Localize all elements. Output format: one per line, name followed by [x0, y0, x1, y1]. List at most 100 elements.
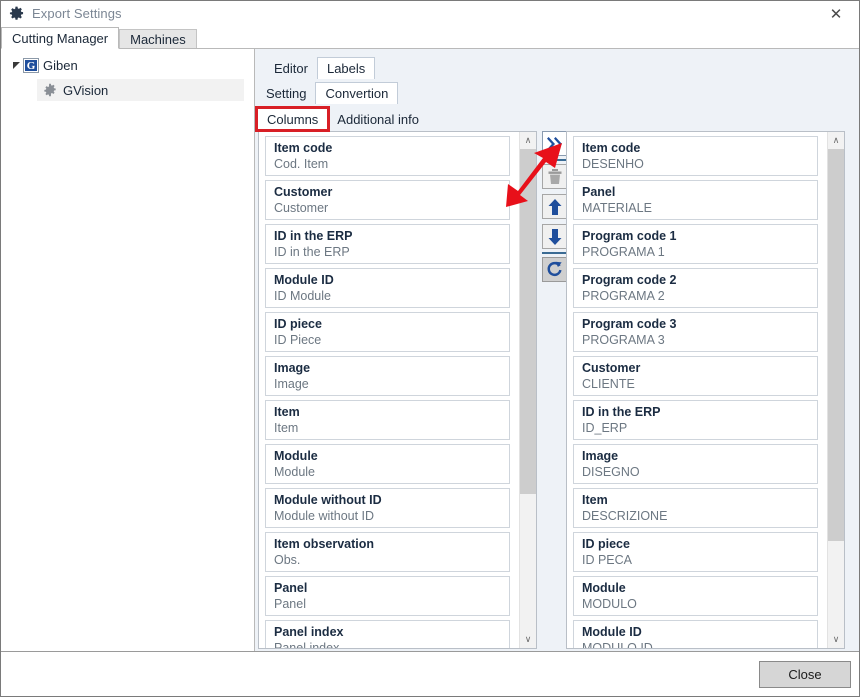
list-item-subtitle: Item	[274, 421, 299, 435]
tree-node-gvision-label: GVision	[63, 82, 109, 98]
list-item[interactable]: Module ID ID Module	[265, 268, 510, 308]
left-list-scrollbar[interactable]: ∧ ∨	[519, 132, 536, 648]
list-item-subtitle: MATERIALE	[582, 201, 652, 215]
list-item-subtitle: ID PECA	[582, 553, 633, 567]
list-item-title: Image	[274, 361, 311, 375]
tab-additional-info[interactable]: Additional info	[328, 109, 428, 130]
trash-icon	[548, 168, 561, 184]
right-list-scrollbar[interactable]: ∧ ∨	[827, 132, 844, 648]
list-item-subtitle: DESCRIZIONE	[582, 509, 668, 523]
list-item-title: Module	[582, 581, 626, 595]
tab-columns[interactable]: Columns	[254, 106, 331, 132]
delete-button[interactable]	[542, 164, 567, 189]
list-item-subtitle: ID Piece	[274, 333, 322, 347]
export-settings-window: Export Settings ✕ Cutting Manager Machin…	[0, 0, 860, 697]
close-icon[interactable]: ✕	[813, 1, 859, 26]
move-right-button[interactable]	[542, 131, 567, 156]
list-item-subtitle: Obs.	[274, 553, 301, 567]
list-item-subtitle: CLIENTE	[582, 377, 635, 391]
list-item[interactable]: Customer Customer	[265, 180, 510, 220]
list-item[interactable]: ID in the ERP ID in the ERP	[265, 224, 510, 264]
list-item-subtitle: MODULO ID	[582, 641, 653, 648]
list-item-subtitle: Customer	[274, 201, 329, 215]
tab-cutting-manager[interactable]: Cutting Manager	[1, 27, 120, 49]
list-item[interactable]: ID piece ID PECA	[573, 532, 818, 572]
list-item-subtitle: Module without ID	[274, 509, 375, 523]
tree-node-giben-label: Giben	[43, 57, 78, 73]
move-down-button[interactable]	[542, 224, 567, 249]
transfer-buttons	[540, 131, 567, 649]
list-item-title: Customer	[274, 185, 333, 199]
list-item[interactable]: Module Module	[265, 444, 510, 484]
list-item[interactable]: Image Image	[265, 356, 510, 396]
list-item[interactable]: Item code DESENHO	[573, 136, 818, 176]
window-title: Export Settings	[32, 6, 122, 21]
arrow-up-icon	[548, 198, 561, 215]
tab-convertion[interactable]: Convertion	[315, 82, 399, 104]
tab-bar-editor-labels: Editor Labels	[265, 57, 376, 79]
machine-tree-pane: Giben GVision	[1, 49, 254, 651]
list-item-subtitle: PROGRAMA 1	[582, 245, 665, 259]
tab-setting[interactable]: Setting	[257, 83, 315, 104]
list-item-subtitle: Panel	[274, 597, 306, 611]
list-item[interactable]: Item DESCRIZIONE	[573, 488, 818, 528]
selected-columns-list: Item code DESENHO Panel MATERIALE Program co…	[566, 131, 845, 649]
list-item-title: Panel index	[274, 625, 344, 639]
double-chevron-right-icon	[547, 136, 562, 151]
list-item[interactable]: Module ID MODULO ID	[573, 620, 818, 648]
list-item-subtitle: ID_ERP	[582, 421, 628, 435]
list-item-subtitle: PROGRAMA 2	[582, 289, 665, 303]
list-item-subtitle: Image	[274, 377, 309, 391]
scroll-thumb[interactable]	[520, 149, 536, 494]
scroll-down-icon[interactable]: ∨	[828, 631, 844, 648]
chevron-expand-icon[interactable]	[9, 61, 23, 70]
list-item-title: Item	[582, 493, 608, 507]
list-item[interactable]: Panel Panel	[265, 576, 510, 616]
list-item-subtitle: Panel index	[274, 641, 340, 648]
list-item-title: Panel	[274, 581, 308, 595]
scroll-up-icon[interactable]: ∧	[828, 132, 844, 149]
tab-machines[interactable]: Machines	[119, 29, 197, 49]
gear-icon	[44, 83, 56, 97]
list-item[interactable]: Image DISEGNO	[573, 444, 818, 484]
tab-labels[interactable]: Labels	[316, 57, 376, 79]
tree-node-gvision[interactable]: GVision	[37, 79, 244, 101]
refresh-icon	[547, 261, 562, 277]
scroll-down-icon[interactable]: ∨	[520, 631, 536, 648]
list-item-title: Customer	[582, 361, 641, 375]
list-item[interactable]: Module without ID Module without ID	[265, 488, 510, 528]
list-item[interactable]: ID in the ERP ID_ERP	[573, 400, 818, 440]
list-item-subtitle: MODULO	[582, 597, 637, 611]
footer-bar: Close	[1, 651, 859, 696]
tab-editor[interactable]: Editor	[265, 58, 317, 79]
tree-node-giben[interactable]: Giben	[1, 54, 254, 76]
button-separator	[542, 159, 567, 161]
scroll-thumb[interactable]	[828, 149, 844, 541]
list-item[interactable]: Module MODULO	[573, 576, 818, 616]
list-item-title: ID piece	[274, 317, 322, 331]
refresh-button[interactable]	[542, 257, 567, 282]
list-item[interactable]: Customer CLIENTE	[573, 356, 818, 396]
title-bar: Export Settings ✕	[1, 1, 859, 26]
list-item[interactable]: Panel MATERIALE	[573, 180, 818, 220]
list-item-subtitle: ID Module	[274, 289, 331, 303]
list-item[interactable]: ID piece ID Piece	[265, 312, 510, 352]
list-item[interactable]: Item Item	[265, 400, 510, 440]
list-item-title: Module	[274, 449, 318, 463]
move-up-button[interactable]	[542, 194, 567, 219]
scroll-up-icon[interactable]: ∧	[520, 132, 536, 149]
list-item-title: Program code 1	[582, 229, 677, 243]
list-item[interactable]: Program code 3 PROGRAMA 3	[573, 312, 818, 352]
list-item[interactable]: Panel index Panel index	[265, 620, 510, 648]
gear-icon	[9, 6, 24, 20]
list-item[interactable]: Program code 1 PROGRAMA 1	[573, 224, 818, 264]
list-item[interactable]: Item code Cod. Item	[265, 136, 510, 176]
list-item[interactable]: Program code 2 PROGRAMA 2	[573, 268, 818, 308]
list-item-title: ID in the ERP	[274, 229, 353, 243]
list-item-subtitle: DESENHO	[582, 157, 644, 171]
list-item-title: Item	[274, 405, 300, 419]
list-item-subtitle: Cod. Item	[274, 157, 329, 171]
tab-bar-columns-additional: Columns Additional info	[254, 106, 428, 132]
close-button[interactable]: Close	[759, 661, 851, 688]
list-item[interactable]: Item observation Obs.	[265, 532, 510, 572]
